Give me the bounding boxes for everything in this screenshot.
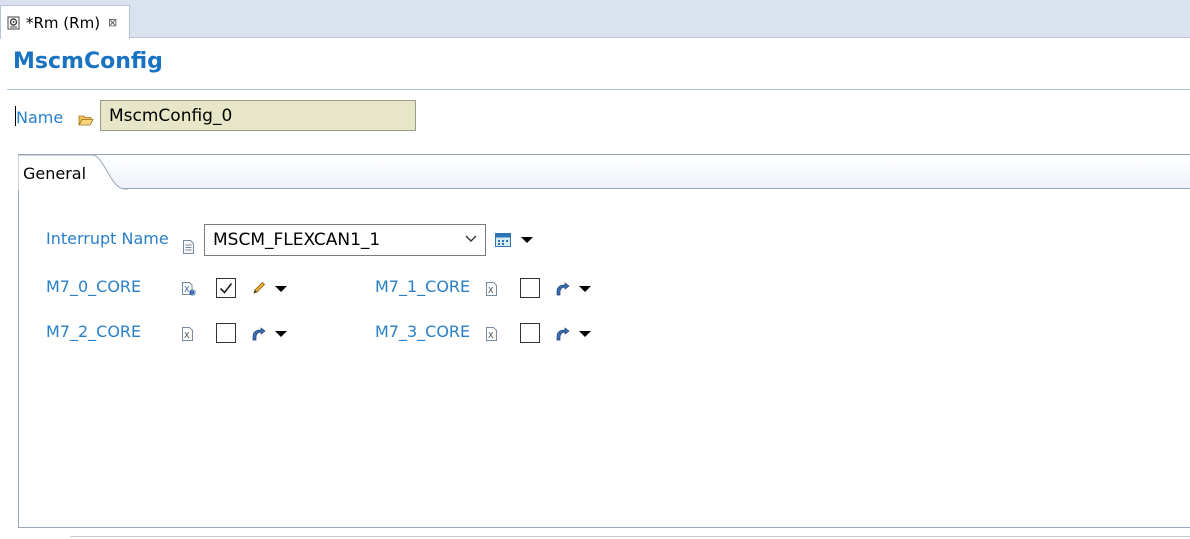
boolean-default-icon: X D: [182, 282, 196, 296]
svg-text:X: X: [184, 285, 190, 294]
core-label-m7-0: M7_0_CORE: [46, 277, 142, 296]
svg-text:X: X: [184, 331, 190, 340]
boolean-field-icon: X: [182, 327, 193, 341]
calculated-value-icon[interactable]: [556, 282, 570, 296]
core-checkbox-m7-0[interactable]: [216, 278, 236, 298]
boolean-field-icon: X: [486, 327, 497, 341]
core-checkbox-m7-2[interactable]: [216, 323, 236, 343]
title-divider: [7, 89, 1190, 90]
document-icon: [183, 240, 194, 254]
panel-tab-bar: General: [18, 154, 1190, 190]
chevron-down-icon: [465, 235, 477, 242]
tab-general[interactable]: General: [23, 164, 86, 183]
calculated-value-icon[interactable]: [252, 327, 266, 341]
interrupt-menu-dropdown[interactable]: [521, 237, 533, 243]
folder-open-icon: [78, 115, 94, 126]
core-menu-dropdown-m7-3[interactable]: [579, 331, 591, 337]
config-file-icon: [7, 16, 20, 29]
check-icon: [219, 283, 233, 294]
interrupt-name-combo[interactable]: MSCM_FLEXCAN1_1: [204, 224, 486, 256]
interrupt-name-value: MSCM_FLEXCAN1_1: [213, 230, 381, 250]
core-checkbox-m7-3[interactable]: [520, 323, 540, 343]
svg-text:X: X: [488, 331, 494, 340]
core-checkbox-m7-1[interactable]: [520, 278, 540, 298]
svg-text:D: D: [191, 290, 195, 296]
core-label-m7-3: M7_3_CORE: [375, 322, 471, 341]
bottom-divider: [70, 536, 1190, 537]
core-menu-dropdown-m7-2[interactable]: [275, 331, 287, 337]
general-panel: General: [18, 154, 1190, 528]
editor-tab-title: *Rm (Rm): [26, 13, 101, 32]
name-row: Name: [0, 98, 600, 134]
core-menu-dropdown-m7-0[interactable]: [275, 286, 287, 292]
editor-tab-rm[interactable]: *Rm (Rm) ⊠: [0, 5, 130, 39]
editor-tab-strip: *Rm (Rm) ⊠: [0, 0, 1190, 39]
core-label-m7-1: M7_1_CORE: [375, 277, 471, 296]
interrupt-name-label: Interrupt Name: [46, 229, 169, 248]
calculator-icon[interactable]: [495, 233, 511, 247]
svg-text:X: X: [488, 286, 494, 295]
close-icon[interactable]: ⊠: [108, 16, 117, 29]
name-input[interactable]: [100, 100, 416, 131]
name-label: Name: [16, 108, 64, 127]
core-menu-dropdown-m7-1[interactable]: [579, 286, 591, 292]
core-label-m7-2: M7_2_CORE: [46, 322, 142, 341]
pencil-icon[interactable]: [252, 281, 266, 295]
page-title: MscmConfig: [13, 49, 163, 74]
boolean-field-icon: X: [486, 282, 497, 296]
calculated-value-icon[interactable]: [556, 327, 570, 341]
